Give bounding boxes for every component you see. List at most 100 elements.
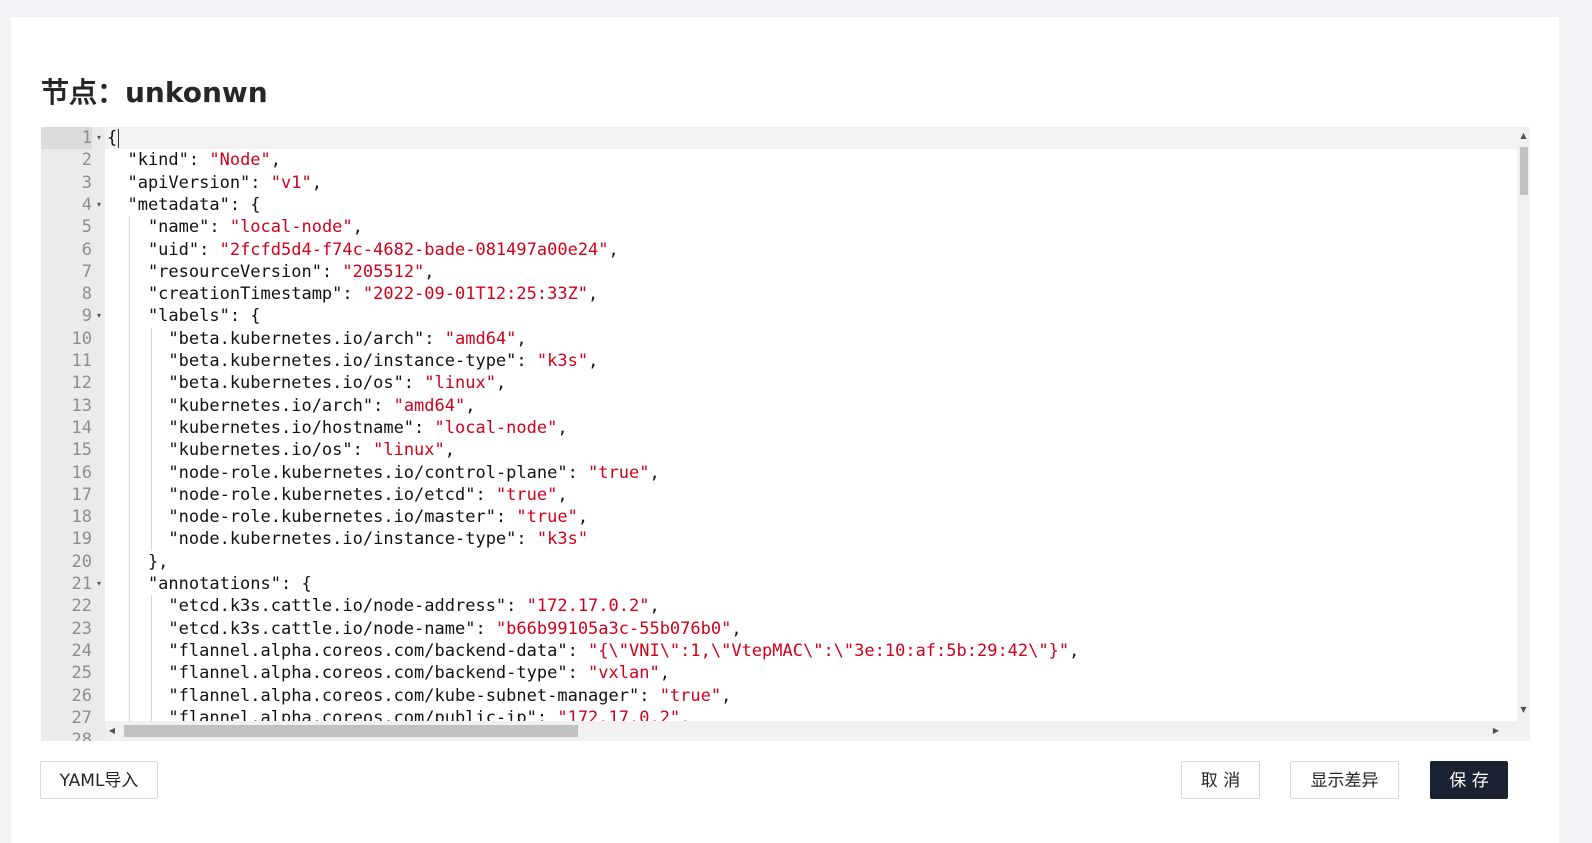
code-token: ,: [516, 328, 527, 349]
line-number: 22: [71, 596, 92, 617]
vertical-scroll-thumb[interactable]: [1520, 147, 1528, 195]
code-line[interactable]: "flannel.alpha.coreos.com/backend-type":…: [107, 662, 670, 684]
show-diff-button[interactable]: 显示差异: [1290, 761, 1399, 799]
code-line[interactable]: "node-role.kubernetes.io/master": "true"…: [107, 506, 588, 528]
string-token: "true": [495, 484, 558, 505]
code-line[interactable]: "node-role.kubernetes.io/control-plane":…: [107, 462, 659, 484]
code-token: ,: [424, 261, 435, 282]
code-line[interactable]: "flannel.alpha.coreos.com/backend-data":…: [107, 640, 1079, 662]
fold-toggle-icon[interactable]: ▾: [94, 127, 104, 149]
code-token: "etcd.k3s.cattle.io/node-address":: [107, 596, 527, 617]
string-token: "local-node": [434, 417, 558, 438]
code-line[interactable]: "annotations": {: [107, 573, 312, 595]
line-number: 5: [81, 217, 92, 238]
horizontal-scrollbar[interactable]: ◀ ▶: [105, 721, 1517, 741]
string-token: "true": [588, 462, 650, 483]
line-number: 24: [71, 640, 92, 661]
line-number: 13: [71, 395, 92, 416]
code-line[interactable]: "kubernetes.io/os": "linux",: [107, 439, 455, 461]
code-token: "flannel.alpha.coreos.com/backend-data":: [107, 640, 589, 661]
code-token: ,: [588, 284, 599, 305]
code-token: ,: [557, 484, 568, 505]
code-token: ,: [721, 685, 732, 706]
code-token: ,: [352, 217, 363, 238]
line-number: 12: [71, 373, 92, 394]
string-token: "linux": [424, 373, 496, 394]
horizontal-scroll-thumb[interactable]: [124, 725, 578, 737]
code-line[interactable]: "name": "local-node",: [107, 216, 363, 238]
code-line[interactable]: "etcd.k3s.cattle.io/node-address": "172.…: [107, 595, 659, 617]
code-line[interactable]: "metadata": {: [107, 194, 260, 216]
scroll-down-arrow-icon[interactable]: ▼: [1517, 703, 1530, 717]
code-token: ,: [465, 395, 476, 416]
line-number: 28: [71, 730, 92, 741]
vertical-scrollbar[interactable]: ▲ ▼: [1517, 127, 1530, 721]
fold-toggle-icon[interactable]: ▾: [94, 573, 104, 595]
scroll-up-arrow-icon[interactable]: ▲: [1517, 129, 1530, 143]
string-token: "linux": [373, 440, 445, 461]
code-token: "resourceVersion":: [107, 261, 343, 282]
string-token: "v1": [270, 172, 312, 193]
code-line[interactable]: "labels": {: [107, 305, 261, 327]
code-token: "beta.kubernetes.io/instance-type":: [107, 351, 537, 371]
line-number-gutter: 1 ▾ 2 3 4 ▾ 5 6 7 8 9 ▾ 10 11 12 13 14 15 16 17 18 19 20 21 ▾ 22 2…: [41, 127, 105, 741]
code-line[interactable]: },: [107, 551, 168, 573]
code-line[interactable]: {: [107, 127, 117, 149]
line-number: 14: [71, 417, 92, 438]
code-line[interactable]: "apiVersion": "v1",: [107, 172, 322, 194]
code-line[interactable]: "beta.kubernetes.io/instance-type": "k3s…: [107, 350, 598, 372]
code-token: "creationTimestamp":: [107, 284, 363, 305]
code-line[interactable]: "flannel.alpha.coreos.com/kube-subnet-ma…: [107, 685, 731, 707]
code-line[interactable]: "kubernetes.io/hostname": "local-node",: [107, 417, 568, 439]
text-cursor: [118, 129, 119, 148]
code-token: "apiVersion":: [107, 172, 271, 193]
code-line[interactable]: "uid": "2fcfd5d4-f74c-4682-bade-081497a0…: [107, 239, 619, 261]
scroll-right-arrow-icon[interactable]: ▶: [1489, 721, 1503, 741]
line-number: 21: [71, 574, 92, 594]
code-token: },: [107, 551, 169, 572]
fold-toggle-icon[interactable]: ▾: [94, 194, 104, 216]
code-line[interactable]: "node-role.kubernetes.io/etcd": "true",: [107, 484, 568, 506]
node-edit-panel: 节点：unkonwn 1 ▾ 2 3 4 ▾ 5 6 7 8 9 ▾ 10 11 12 13 14 15 16 17 1…: [11, 17, 1559, 843]
string-token: "172.17.0.2": [526, 596, 650, 617]
code-line[interactable]: "etcd.k3s.cattle.io/node-name": "b66b991…: [107, 618, 741, 640]
code-token: ,: [608, 239, 619, 260]
code-line[interactable]: "beta.kubernetes.io/arch": "amd64",: [107, 328, 527, 350]
code-token: "name":: [107, 217, 230, 238]
code-token: "etcd.k3s.cattle.io/node-name":: [107, 618, 496, 639]
string-token: "205512": [342, 261, 425, 282]
fold-toggle-icon[interactable]: ▾: [94, 305, 104, 327]
code-line[interactable]: "kubernetes.io/arch": "amd64",: [107, 395, 475, 417]
save-button[interactable]: 保 存: [1430, 761, 1508, 799]
string-token: "b66b99105a3c-55b076b0": [495, 618, 732, 639]
code-token: "uid":: [107, 239, 220, 260]
line-number: 19: [71, 529, 92, 550]
code-line[interactable]: "beta.kubernetes.io/os": "linux",: [107, 372, 506, 394]
code-line[interactable]: "resourceVersion": "205512",: [107, 261, 435, 283]
string-token: "true": [659, 685, 722, 706]
cancel-button[interactable]: 取 消: [1181, 761, 1260, 799]
code-token: "annotations": {: [107, 574, 312, 594]
string-token: "vxlan": [588, 663, 660, 684]
string-token: "amd64": [393, 395, 466, 416]
json-code-editor[interactable]: 1 ▾ 2 3 4 ▾ 5 6 7 8 9 ▾ 10 11 12 13 14 15 16 17 18 19 20 21 ▾ 22 2…: [41, 127, 1530, 741]
scrollbar-corner: [1517, 721, 1530, 741]
line-number: 8: [81, 284, 92, 305]
line-number: 2: [81, 150, 92, 171]
line-number: 7: [81, 261, 92, 282]
active-line-highlight: [105, 127, 1517, 150]
code-line[interactable]: "kind": "Node",: [107, 149, 281, 171]
code-token: "kubernetes.io/os":: [107, 440, 374, 461]
yaml-import-button[interactable]: YAML导入: [40, 761, 158, 799]
code-token: ,: [557, 417, 568, 438]
line-number: 26: [71, 685, 92, 706]
code-line[interactable]: "node.kubernetes.io/instance-type": "k3s…: [107, 528, 588, 550]
string-token: "local-node": [229, 217, 353, 238]
code-token: "kind":: [107, 150, 210, 171]
code-token: ,: [495, 373, 507, 394]
line-number: 16: [71, 462, 92, 483]
code-line[interactable]: "creationTimestamp": "2022-09-01T12:25:3…: [107, 283, 598, 305]
string-token: "k3s": [536, 351, 589, 371]
scroll-left-arrow-icon[interactable]: ◀: [105, 721, 119, 741]
code-token: ,: [588, 351, 599, 371]
